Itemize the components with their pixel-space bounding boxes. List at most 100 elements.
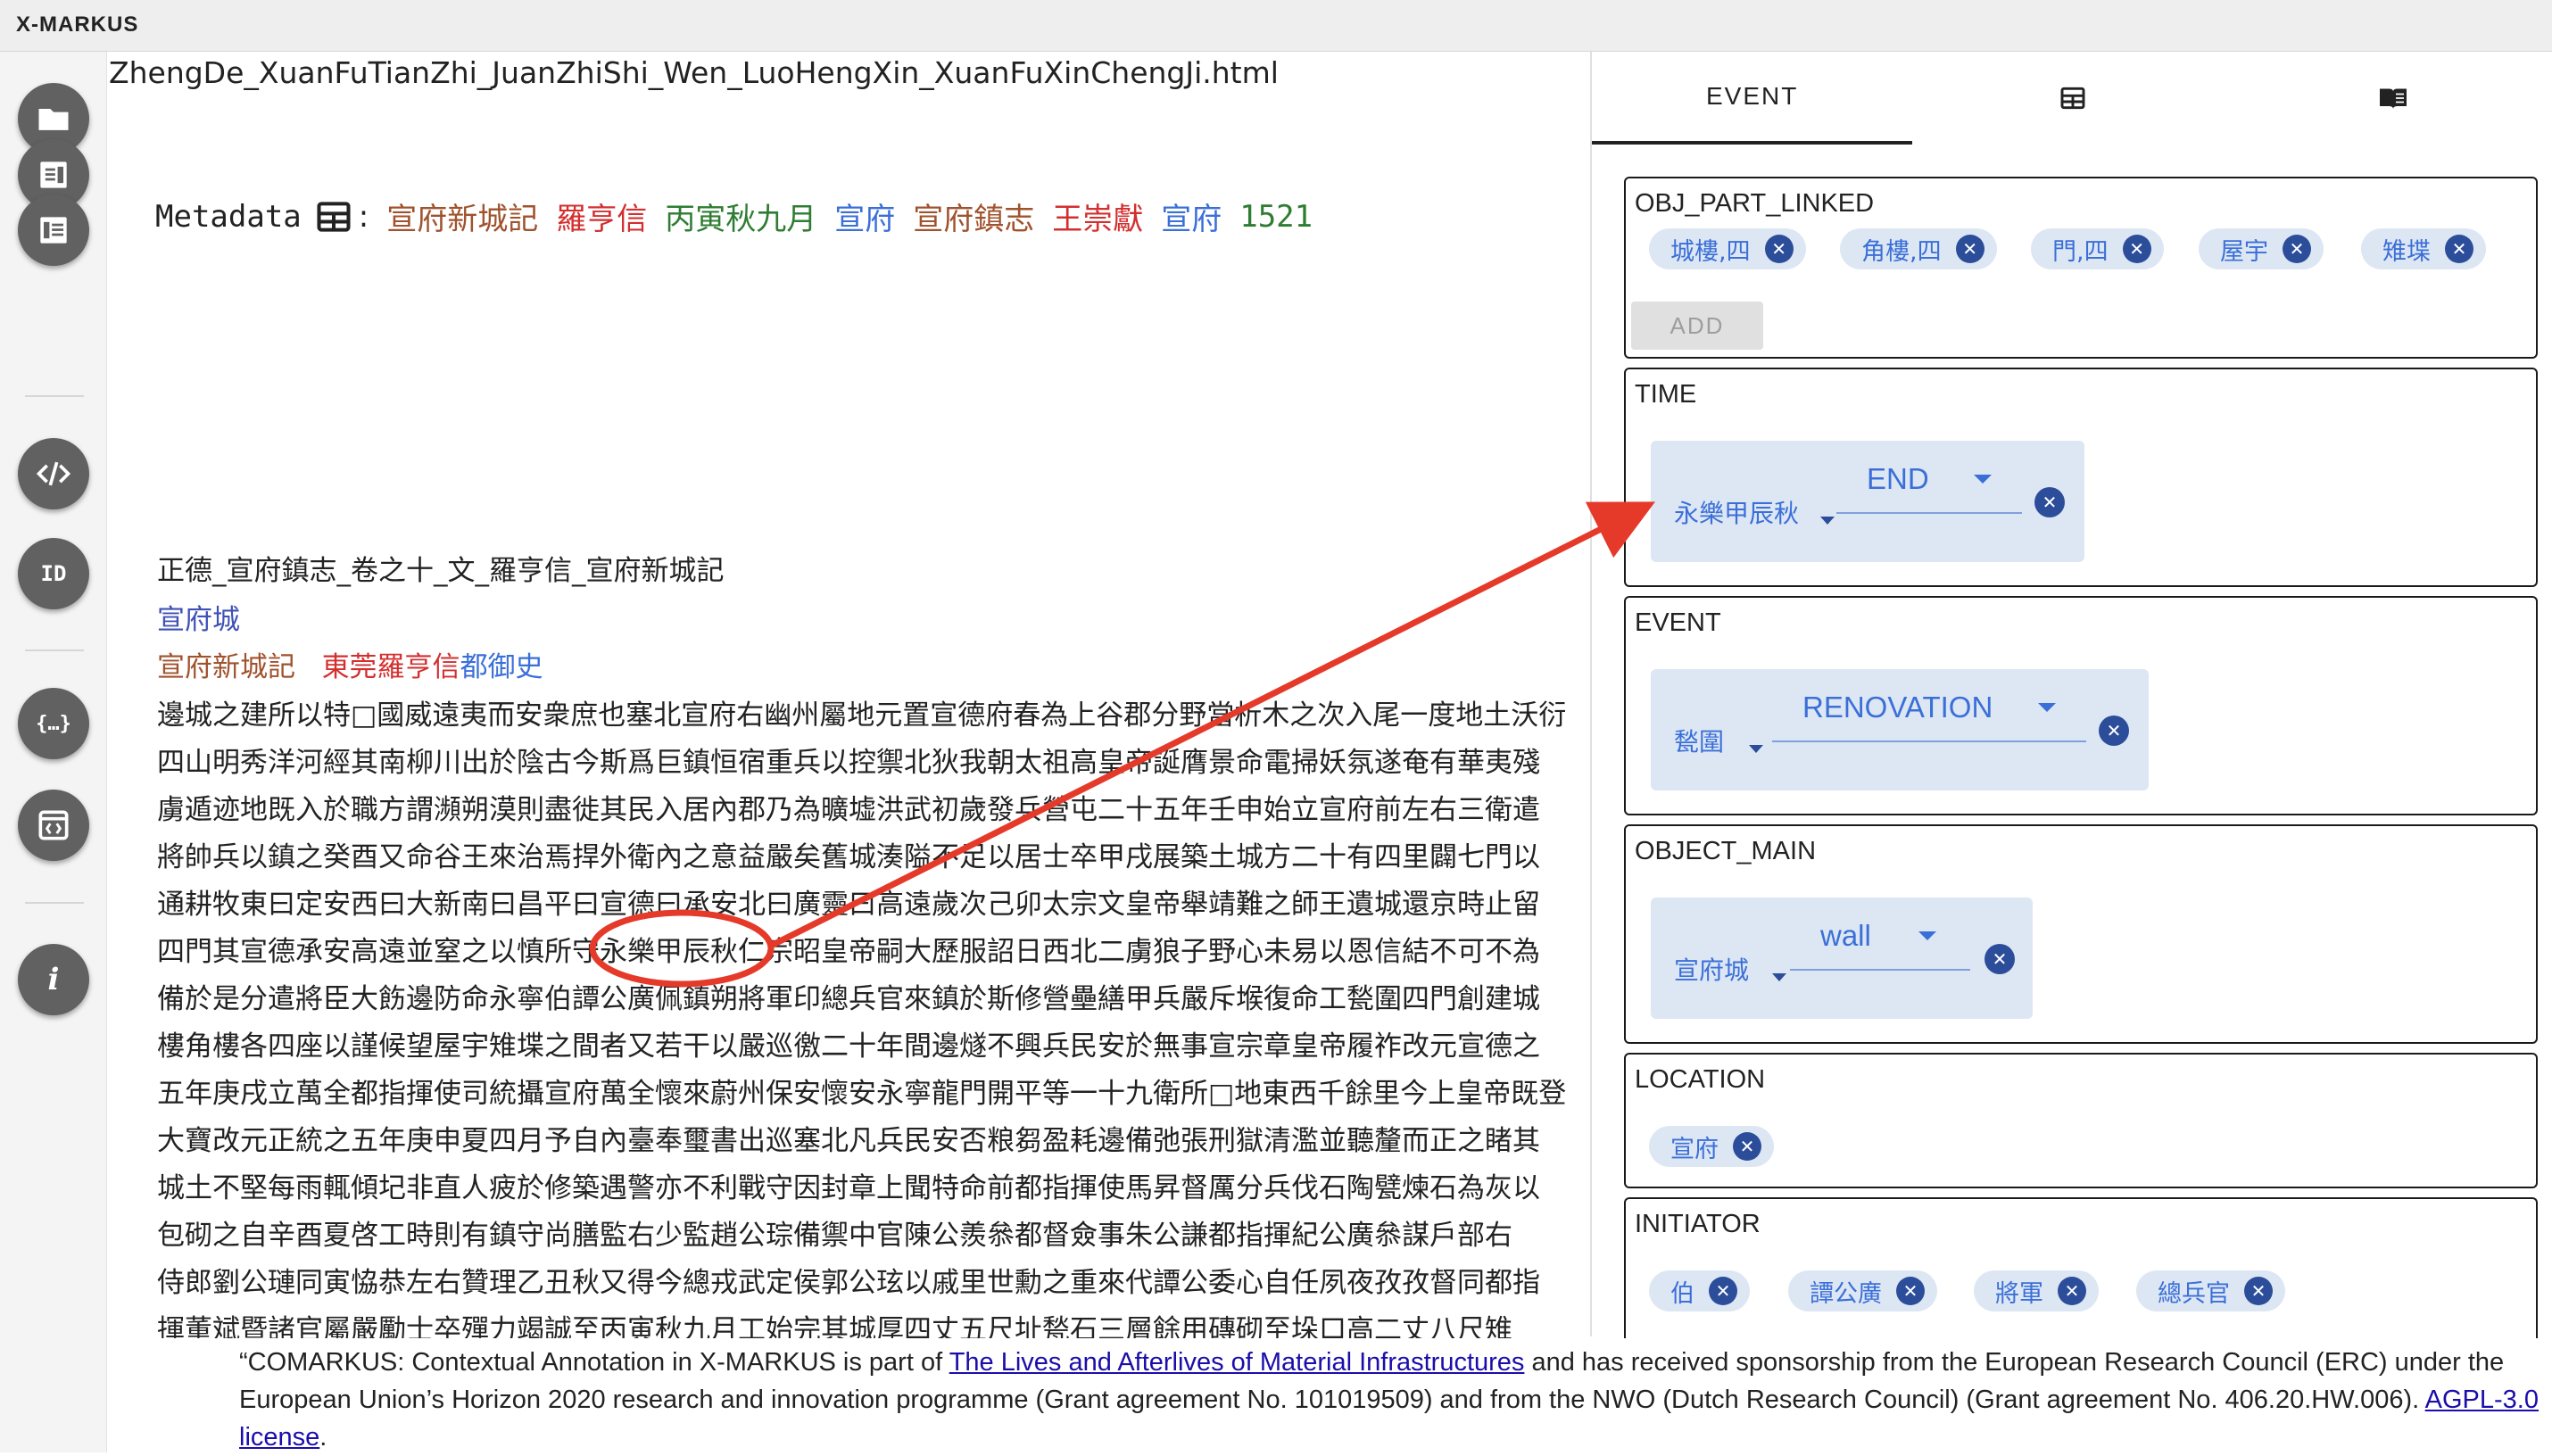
card-label: EVENT xyxy=(1635,608,1721,637)
metadata-value[interactable]: 1521 xyxy=(1239,199,1313,235)
chip-label: 譚公廣 xyxy=(1810,1279,1882,1308)
remove-icon[interactable]: ✕ xyxy=(1896,1277,1925,1305)
text-line: 通耕牧東曰定安西曰大新南曰昌平曰宣德曰承安北曰廣靈曰高遠歲次己卯太宗文皇帝舉靖難… xyxy=(157,889,1540,921)
tab-table[interactable] xyxy=(1912,52,2233,145)
add-button[interactable]: ADD xyxy=(1631,302,1763,350)
card-event: EVENT 甃圍 RENOVATION ✕ xyxy=(1624,596,2538,815)
left-toolbar: ID {…} i xyxy=(0,52,107,1452)
metadata-value[interactable]: 王崇獻 xyxy=(1052,194,1143,238)
time-combo: 永樂甲辰秋 END ✕ xyxy=(1651,441,2084,562)
chip[interactable]: 總兵官 ✕ xyxy=(2136,1270,2285,1311)
chevron-down-icon[interactable] xyxy=(1749,745,1763,753)
json-braces-icon[interactable]: {…} xyxy=(18,688,89,759)
footer-text: “COMARKUS: Contextual Annotation in X-MA… xyxy=(239,1344,2541,1456)
app-title: X-MARKUS xyxy=(0,0,2552,52)
text-line: 侍郎劉公璉同寅恊恭左右贊理乙丑秋又得今總戎武定侯郭公玹以戚里世勳之重來代譚公委心… xyxy=(157,1267,1540,1299)
remove-icon[interactable]: ✕ xyxy=(2058,1277,2086,1305)
table-icon xyxy=(2060,87,2085,110)
footer-text-part: . xyxy=(319,1423,327,1452)
annotated-term[interactable]: 都御史 xyxy=(460,651,543,683)
chip-label: 將軍 xyxy=(1995,1279,2043,1308)
remove-icon[interactable]: ✕ xyxy=(1764,235,1794,263)
toolbar-divider xyxy=(25,395,84,397)
text-line: 將帥兵以鎮之癸酉又命谷王來治焉捍外衛內之意益嚴矣舊城湊隘不足以居士卒甲戌展築土城… xyxy=(157,841,1540,873)
metadata-value[interactable]: 宣府鎮志 xyxy=(913,194,1034,238)
tab-reader[interactable] xyxy=(2233,52,2552,145)
remove-icon[interactable]: ✕ xyxy=(2034,487,2065,517)
annotated-term[interactable]: 宣府新城記 xyxy=(157,651,295,683)
chip[interactable]: 雉堞 ✕ xyxy=(2361,228,2486,269)
remove-icon[interactable]: ✕ xyxy=(2244,1277,2273,1305)
tab-event[interactable]: EVENT xyxy=(1592,52,1913,145)
remove-icon[interactable]: ✕ xyxy=(2283,235,2311,263)
document-pane: ZhengDe_XuanFuTianZhi_JuanZhiShi_Wen_Luo… xyxy=(109,52,1588,1346)
card-location: LOCATION 宣府 ✕ xyxy=(1624,1053,2538,1188)
document-filename: ZhengDe_XuanFuTianZhi_JuanZhiShi_Wen_Luo… xyxy=(109,55,1279,90)
card-initiator: INITIATOR 伯 ✕ 譚公廣 ✕ 將軍 ✕ 總兵官 ✕ xyxy=(1624,1197,2538,1349)
annotated-term[interactable]: 東莞羅亨信 xyxy=(322,651,460,683)
metadata-value[interactable]: 宣府 xyxy=(834,194,895,238)
time-value[interactable]: 永樂甲辰秋 xyxy=(1674,494,1799,530)
text-line: 大寶改元正統之五年庚申夏四月予自內臺奉璽書出巡塞北凡兵民安否粮芻盈耗邊備弛張刑獄… xyxy=(157,1125,1540,1157)
chip[interactable]: 城樓,四 ✕ xyxy=(1649,228,1806,269)
text-line: 備於是分遣將臣大飭邊防命永寧伯譚公廣佩鎮朔將軍印總兵官來鎮於斯修營壘繕甲兵嚴斥堠… xyxy=(157,983,1540,1015)
chevron-down-icon[interactable] xyxy=(1974,475,1992,484)
code-view-icon[interactable] xyxy=(18,438,89,509)
metadata-value[interactable]: 宣府新城記 xyxy=(386,194,538,238)
text-line: 四門其宣德承安高遠並窒之以慎所守永樂甲辰秋仁宗昭皇帝嗣大歷服詔日西北二虜狼子野心… xyxy=(157,936,1540,968)
remove-icon[interactable]: ✕ xyxy=(1709,1277,1737,1305)
export-icon[interactable] xyxy=(18,790,89,861)
section-heading[interactable]: 宣府城 xyxy=(157,597,240,637)
metadata-colon: : xyxy=(358,198,369,235)
chip[interactable]: 屋宇 ✕ xyxy=(2199,228,2324,269)
chip[interactable]: 將軍 ✕ xyxy=(1974,1270,2099,1311)
remove-icon[interactable]: ✕ xyxy=(1984,944,2015,974)
card-obj-part-linked: OBJ_PART_LINKED 城樓,四 ✕ 角樓,四 ✕ 門,四 ✕ 屋宇 ✕ 雉堞 ✕… xyxy=(1624,177,2538,359)
remove-icon[interactable]: ✕ xyxy=(2445,235,2473,263)
toolbar-divider xyxy=(25,649,84,651)
chevron-down-icon[interactable] xyxy=(1918,931,1936,940)
metadata-row: Metadata : 宣府新城記 羅亨信 丙寅秋九月 宣府 宣府鎮志 王崇獻 宣… xyxy=(155,194,1313,238)
object-main-option-select[interactable]: wall xyxy=(1790,917,1970,971)
document-body: 邊城之建所以特□國威遠夷而安衆庶也塞北宣府右幽州屬地元置宣德府春為上谷郡分野當析… xyxy=(157,692,1603,1354)
event-option-select[interactable]: RENOVATION xyxy=(1772,689,2086,742)
info-icon[interactable]: i xyxy=(18,944,89,1015)
text-line: 虜遁迹地既入於職方謂瀕朔漠則盡徙其民入居內郡乃為曠墟洪武初歲發兵營屯二十五年壬申… xyxy=(157,794,1540,826)
text-line: 城土不堅每雨輒傾圮非直人疲於修築遇警亦不利戰守因封章上聞特命前都指揮使馬昇督厲分… xyxy=(157,1172,1540,1204)
text-line: 五年庚戌立萬全都指揮使司統攝宣府萬全懷來蔚州保安懷安永寧龍門開平等一十九衛所□地… xyxy=(157,1078,1567,1110)
metadata-value[interactable]: 宣府 xyxy=(1161,194,1222,238)
chip[interactable]: 伯 ✕ xyxy=(1649,1270,1750,1311)
id-icon[interactable]: ID xyxy=(18,538,89,609)
remove-icon[interactable]: ✕ xyxy=(2099,716,2129,746)
chevron-down-icon[interactable] xyxy=(1820,517,1835,525)
metadata-value[interactable]: 羅亨信 xyxy=(556,194,647,238)
toolbar-divider xyxy=(25,902,84,904)
table-icon[interactable] xyxy=(314,197,353,236)
card-time: TIME 永樂甲辰秋 END ✕ xyxy=(1624,368,2538,587)
chip-label: 角樓,四 xyxy=(1861,237,1942,266)
remove-icon[interactable]: ✕ xyxy=(2122,235,2151,263)
remove-icon[interactable]: ✕ xyxy=(1955,235,1984,263)
card-label: TIME xyxy=(1635,380,1697,409)
footer: “COMARKUS: Contextual Annotation in X-MA… xyxy=(109,1338,2552,1452)
reader-view-icon[interactable] xyxy=(18,194,89,266)
chevron-down-icon[interactable] xyxy=(1772,973,1786,981)
object-main-value[interactable]: 宣府城 xyxy=(1674,951,1749,987)
card-label: INITIATOR xyxy=(1635,1210,1761,1238)
time-option-select[interactable]: END xyxy=(1836,460,2022,514)
panel-tabs: EVENT xyxy=(1592,52,2552,145)
metadata-value[interactable]: 丙寅秋九月 xyxy=(665,194,816,238)
text-line: 包砌之自辛酉夏啓工時則有鎮守尚膳監右少監趙公琮備禦中官陳公羨叅都督僉事朱公謙都指… xyxy=(157,1220,1512,1252)
chip[interactable]: 譚公廣 ✕ xyxy=(1788,1270,1937,1311)
chip-label: 雉堞 xyxy=(2382,237,2431,266)
project-link[interactable]: The Lives and Afterlives of Material Inf… xyxy=(949,1348,1525,1377)
text-line: 邊城之建所以特□國威遠夷而安衆庶也塞北宣府右幽州屬地元置宣德府春為上谷郡分野當析… xyxy=(157,699,1567,732)
chip[interactable]: 角樓,四 ✕ xyxy=(1840,228,1997,269)
chip[interactable]: 門,四 ✕ xyxy=(2031,228,2164,269)
chip[interactable]: 宣府 ✕ xyxy=(1649,1126,1774,1167)
chevron-down-icon[interactable] xyxy=(2038,703,2056,712)
event-value[interactable]: 甃圍 xyxy=(1674,723,1724,758)
card-label: OBJ_PART_LINKED xyxy=(1635,189,1875,218)
text-line: 四山明秀洋河經其南柳川出於陰古今斯爲巨鎮恒宿重兵以控禦北狄我朝太祖高皇帝誕膺景命… xyxy=(157,747,1540,779)
remove-icon[interactable]: ✕ xyxy=(1733,1132,1761,1161)
